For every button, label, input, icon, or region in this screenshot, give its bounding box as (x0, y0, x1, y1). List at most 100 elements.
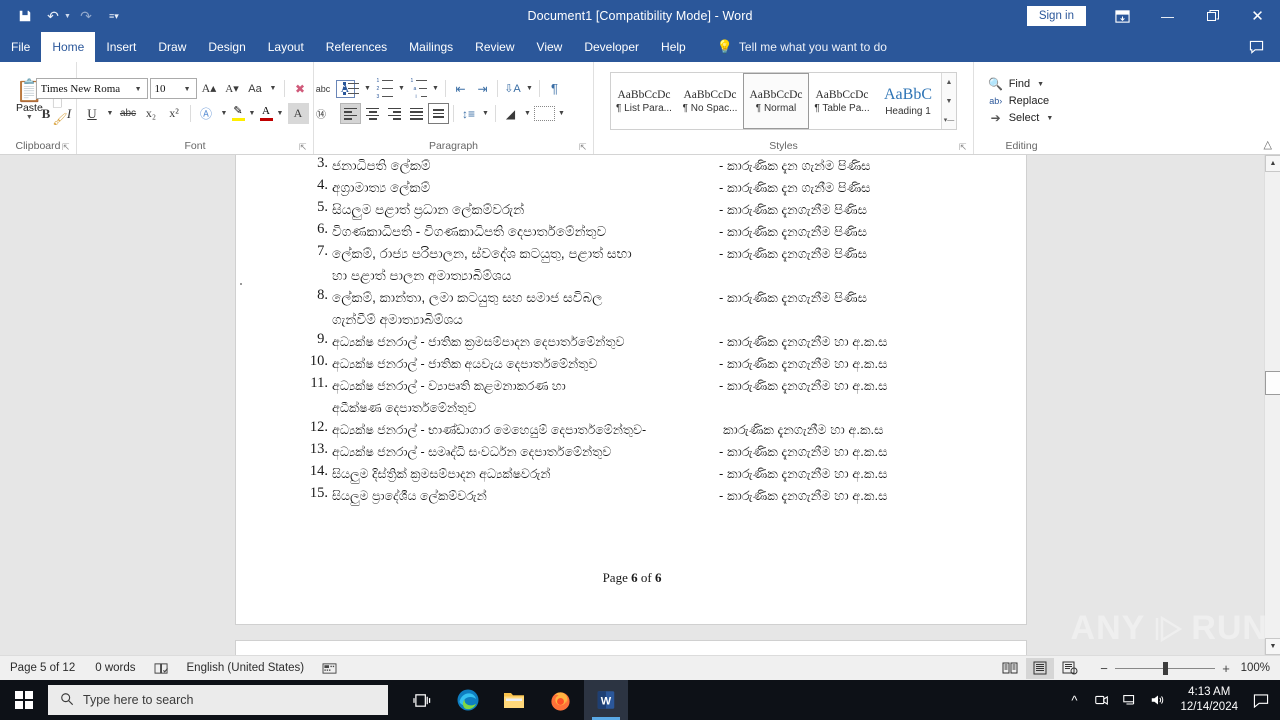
tab-help[interactable]: Help (650, 32, 697, 62)
camera-privacy-icon[interactable] (1088, 680, 1116, 720)
undo-icon[interactable]: ↶ (40, 4, 66, 28)
document-canvas[interactable]: 3. ජනාධිපති ලේකම් - කාරුණික දැන ගැන්ම පි… (0, 155, 1280, 655)
ribbon-display-options-icon[interactable] (1100, 0, 1145, 32)
sign-in-button[interactable]: Sign in (1026, 6, 1086, 26)
decrease-indent-icon[interactable]: ⇤ (450, 78, 471, 99)
change-case-icon[interactable]: Aa (245, 78, 266, 99)
tab-design[interactable]: Design (197, 32, 256, 62)
bullets-chevron-down-icon[interactable]: ▼ (362, 85, 373, 92)
list-item[interactable]: 15. සියලුම ප්‍රාදේශීය ලේකම්වරුන් - කාරුණ… (236, 485, 1028, 507)
highlight-chevron-down-icon[interactable]: ▼ (247, 110, 258, 117)
increase-indent-icon[interactable]: ⇥ (472, 78, 493, 99)
styles-more-icon[interactable]: ▾― (942, 111, 956, 130)
volume-icon[interactable] (1144, 680, 1172, 720)
font-name-combobox[interactable]: Times New Roma ▼ (35, 78, 148, 99)
document-vertical-scrollbar[interactable]: ▲ ▼ (1264, 155, 1280, 655)
font-name-chevron-down-icon[interactable]: ▼ (132, 85, 145, 93)
find-button[interactable]: 🔍 Find ▼ (988, 77, 1056, 91)
document-page-next[interactable] (235, 640, 1027, 655)
zoom-slider-thumb[interactable] (1163, 661, 1168, 675)
close-icon[interactable]: ✕ (1235, 0, 1280, 32)
list-item[interactable]: 12. අධ්‍යක්ෂ ජනරාල් - භාණ්ඩාගාර මෙහෙයුම්… (236, 419, 1028, 441)
styles-gallery-scrollbar[interactable]: ▲ ▼ ▾― (941, 73, 956, 129)
distributed-icon[interactable] (428, 103, 449, 124)
strikethrough-button[interactable]: abc (118, 103, 139, 124)
align-right-icon[interactable] (384, 103, 405, 124)
tell-me-box[interactable]: 💡 Tell me what you want to do (717, 32, 887, 62)
subscript-button[interactable]: x₂ (141, 103, 162, 124)
font-size-combobox[interactable]: 10 ▼ (149, 78, 197, 99)
underline-chevron-down-icon[interactable]: ▼ (105, 110, 116, 117)
select-chevron-down-icon[interactable]: ▼ (1044, 115, 1055, 122)
bullets-icon[interactable] (340, 78, 361, 99)
show-hidden-icons-icon[interactable]: ^ (1060, 680, 1088, 720)
style-table-paragraph[interactable]: AaBbCcDc ¶ Table Pa... (809, 73, 875, 129)
macro-recording-icon[interactable] (314, 662, 345, 675)
styles-dialog-launcher-icon[interactable]: ⇱ (959, 143, 968, 152)
redo-icon[interactable]: ↷ (73, 4, 99, 28)
list-item[interactable]: 3. ජනාධිපති ලේකම් - කාරුණික දැන ගැන්ම පි… (236, 155, 1028, 177)
change-case-chevron-down-icon[interactable]: ▼ (268, 85, 279, 92)
font-color-icon[interactable]: A (259, 106, 273, 121)
select-button[interactable]: ➔ Select ▼ (988, 111, 1056, 125)
multilevel-chevron-down-icon[interactable]: ▼ (430, 85, 441, 92)
list-item[interactable]: 6. විගණකාධිපති - විගණකාධිපති දෙපාර්තමේන්… (236, 221, 1028, 243)
style-heading-1[interactable]: AaBbC Heading 1 (875, 73, 941, 129)
clear-formatting-icon[interactable]: ✖ (290, 78, 311, 99)
list-item[interactable]: 11. අධ්‍යක්ෂ ජනරාල් - ව්‍යාපෘති කළමනාකරණ… (236, 375, 1028, 419)
tab-view[interactable]: View (526, 32, 574, 62)
scrollbar-thumb[interactable] (1265, 371, 1280, 395)
print-layout-icon[interactable] (1026, 657, 1054, 679)
paragraph-dialog-launcher-icon[interactable]: ⇱ (579, 143, 588, 152)
microsoft-edge-icon[interactable] (446, 680, 490, 720)
underline-button[interactable]: U (82, 103, 103, 124)
borders-chevron-down-icon[interactable]: ▼ (556, 110, 567, 117)
tab-references[interactable]: References (315, 32, 398, 62)
proofing-errors-icon[interactable] (146, 662, 177, 675)
tab-home[interactable]: Home (41, 32, 96, 62)
list-item[interactable] (236, 507, 1028, 529)
list-item[interactable]: 5. සියලුම පළාත් ප්‍රධාන ලේකම්වරුන් - කාර… (236, 199, 1028, 221)
list-item[interactable]: 4. අග්‍රාමාත්‍ය ලේකම් - කාරුණික දැන ගැනී… (236, 177, 1028, 199)
grow-font-icon[interactable]: A▴ (199, 78, 220, 99)
show-formatting-marks-icon[interactable]: ¶ (544, 78, 565, 99)
scroll-up-icon[interactable]: ▲ (1265, 155, 1280, 172)
clipboard-dialog-launcher-icon[interactable]: ⇱ (62, 143, 71, 152)
superscript-button[interactable]: x² (164, 103, 185, 124)
language-indicator[interactable]: English (United States) (177, 662, 315, 674)
character-shading-icon[interactable]: A (287, 103, 309, 124)
undo-chevron-down-icon[interactable]: ▼ (64, 13, 71, 20)
list-item[interactable]: 10. අධ්‍යක්ෂ ජනරාල් - ජාතික අයවැය දෙපාර්… (236, 353, 1028, 375)
zoom-in-button[interactable]: + (1220, 661, 1232, 676)
numbering-chevron-down-icon[interactable]: ▼ (396, 85, 407, 92)
styles-scroll-up-icon[interactable]: ▲ (942, 73, 956, 92)
tab-review[interactable]: Review (464, 32, 525, 62)
tab-layout[interactable]: Layout (257, 32, 315, 62)
restore-icon[interactable] (1190, 0, 1235, 32)
zoom-slider[interactable] (1115, 661, 1215, 675)
zoom-out-button[interactable]: − (1098, 661, 1110, 676)
notification-center-icon[interactable] (1246, 680, 1276, 720)
text-highlight-icon[interactable]: ✎ (231, 106, 245, 121)
numbering-icon[interactable]: 1 2 3 (374, 78, 395, 100)
tab-file[interactable]: File (0, 32, 41, 62)
italic-button[interactable]: I (59, 103, 80, 124)
shading-icon[interactable]: ◢ (500, 103, 521, 124)
microsoft-word-icon[interactable]: W (584, 680, 628, 720)
align-center-icon[interactable] (362, 103, 383, 124)
web-layout-icon[interactable] (1056, 658, 1084, 679)
list-item[interactable]: 14. සියලුම දිස්ත්‍රික් ක්‍රමසම්පාදන අධ්‍… (236, 463, 1028, 485)
list-item[interactable]: 7. ලේකම්, රාජ්‍ය පරිපාලන, ස්වදේශ කටයුතු,… (236, 243, 1028, 287)
customize-qat-icon[interactable]: ≡▾ (101, 4, 127, 28)
page-indicator[interactable]: Page 5 of 12 (0, 662, 85, 674)
styles-scroll-down-icon[interactable]: ▼ (942, 92, 956, 111)
multilevel-list-icon[interactable]: 1 a i (408, 78, 429, 100)
task-view-icon[interactable] (400, 680, 444, 720)
font-color-chevron-down-icon[interactable]: ▼ (275, 110, 286, 117)
line-spacing-icon[interactable]: ↕≡ (458, 103, 479, 124)
file-explorer-icon[interactable] (492, 680, 536, 720)
style-normal[interactable]: AaBbCcDc ¶ Normal (743, 73, 809, 129)
taskbar-search-box[interactable]: Type here to search (48, 685, 388, 715)
save-icon[interactable] (12, 4, 38, 28)
text-effects-chevron-down-icon[interactable]: ▼ (219, 110, 230, 117)
